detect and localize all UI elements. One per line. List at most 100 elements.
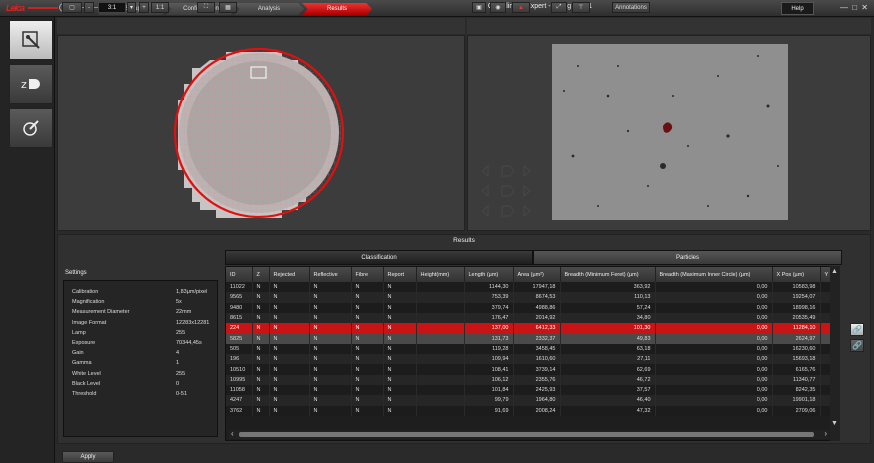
table-cell <box>416 282 465 293</box>
z-stack-icon: z <box>21 78 40 91</box>
table-cell: 11284,10 <box>772 323 821 334</box>
table-row[interactable]: 196 N N N N N 109,94 1610,60 27,11 0,00 15693,18 <box>226 354 837 365</box>
table-cell <box>416 333 465 344</box>
one-to-one-button[interactable]: 1:1 <box>151 2 169 13</box>
zoom-dropdown[interactable]: ▾ <box>127 2 136 13</box>
column-header[interactable]: ID <box>226 267 253 282</box>
link-button[interactable]: 🔗 <box>850 323 864 336</box>
column-header[interactable]: Reflective <box>309 267 352 282</box>
scroll-up-icon[interactable]: ▲ <box>831 268 838 275</box>
measure-button[interactable]: ⊤ <box>572 2 590 13</box>
table-cell: N <box>309 312 352 324</box>
scroll-right-icon[interactable]: › <box>824 429 827 438</box>
table-cell: 6412,33 <box>513 323 561 334</box>
svg-text:z: z <box>21 78 27 91</box>
table-cell: N <box>351 405 384 416</box>
table-row[interactable]: 505 N N N N N 119,28 3458,45 63,18 0,00 16230,60 <box>226 343 837 355</box>
unlink-button[interactable]: 🔗 <box>850 339 864 352</box>
table-cell: 0,00 <box>655 395 773 406</box>
table-row[interactable]: 11058 N N N N N 101,84 2425,93 37,57 0,00 8242,35 <box>226 384 837 396</box>
tab-classification[interactable]: Classification <box>225 250 533 265</box>
settings-value: 1,83μm/pixel <box>176 289 208 295</box>
table-cell: 47,32 <box>560 405 656 416</box>
settings-value: 70344,45s <box>176 340 202 346</box>
table-cell: 0,00 <box>655 384 773 396</box>
brush-button[interactable] <box>9 108 53 148</box>
table-cell: 57,24 <box>560 302 656 313</box>
scroll-thumb[interactable] <box>239 432 814 437</box>
table-row[interactable]: 9565 N N N N N 753,39 8674,53 110,13 0,00 19254,07 <box>226 292 837 303</box>
table-row[interactable]: 11022 N N N N N 1144,30 17947,18 363,92 0,00 10583… <box>226 282 837 293</box>
table-cell <box>416 302 465 313</box>
z-stack-button[interactable]: z <box>9 64 53 104</box>
table-horizontal-scrollbar[interactable]: ‹ › <box>229 429 829 439</box>
particles-table[interactable]: ID Z Rejected Reflective Fibre Report Height(m… <box>225 266 840 441</box>
image-view-button[interactable]: ▣ <box>472 2 486 13</box>
column-header[interactable]: Length (µm) <box>464 267 514 282</box>
table-cell: 753,39 <box>464 292 514 303</box>
snapshot-button[interactable]: ◉ <box>490 2 506 13</box>
settings-row: Exposure 70344,45s <box>72 340 211 349</box>
table-cell: N <box>383 302 417 313</box>
grid-button[interactable]: ▦ <box>219 2 237 13</box>
overview-viewer[interactable] <box>57 35 465 231</box>
scroll-left-icon[interactable]: ‹ <box>231 429 234 438</box>
column-header[interactable]: Z <box>252 267 270 282</box>
table-cell: 131,73 <box>464 333 514 344</box>
table-cell: N <box>351 312 384 324</box>
filter-overview-canvas[interactable] <box>58 36 466 232</box>
table-cell <box>416 312 465 324</box>
step-results[interactable]: Results <box>302 3 372 15</box>
column-header[interactable]: X Pos (µm) <box>772 267 821 282</box>
table-row[interactable]: 3762 N N N N N 91,69 2008,24 47,32 0,00 2709,06 <box>226 405 837 416</box>
column-header[interactable]: Fibre <box>351 267 384 282</box>
settings-row: White Level 255 <box>72 371 211 380</box>
help-button[interactable]: Help <box>781 2 814 15</box>
column-header[interactable]: Area (µm²) <box>513 267 561 282</box>
particle-image-canvas[interactable] <box>468 36 872 232</box>
table-cell: 63,18 <box>560 343 656 355</box>
column-header[interactable]: Breadth (Maximum Inner Circle) (µm) <box>655 267 773 282</box>
window-controls[interactable]: — □ ✕ <box>840 3 869 12</box>
table-cell: N <box>351 333 384 344</box>
table-row[interactable]: 4247 N N N N N 99,79 1964,80 46,40 0,00 19901,18 <box>226 395 837 406</box>
table-vertical-scrollbar[interactable]: ▲ ▼ <box>830 266 840 441</box>
settings-value: 4 <box>176 350 180 357</box>
detail-viewer[interactable] <box>467 35 871 231</box>
table-cell: 119,28 <box>464 343 514 355</box>
annotations-button[interactable]: Annotations <box>612 2 650 13</box>
expand-button[interactable]: ⤢ <box>551 2 567 13</box>
table-row[interactable]: 10510 N N N N N 108,41 3739,14 62,69 0,00 6165,76 <box>226 364 837 375</box>
select-rect-button[interactable]: ▢ <box>62 2 82 13</box>
column-header[interactable]: Rejected <box>269 267 310 282</box>
fit-button[interactable]: ⛶ <box>197 2 215 13</box>
table-row[interactable]: 9480 N N N N N 379,74 4988,86 57,24 0,00 18998,16 <box>226 302 837 313</box>
zoom-input[interactable]: 3:1 <box>98 2 126 13</box>
magic-wand-button[interactable] <box>9 20 53 60</box>
table-cell: N <box>269 343 310 355</box>
step-analysis[interactable]: Analysis <box>234 3 304 15</box>
table-row[interactable]: 5825 N N N N N 131,73 2332,37 49,83 0,00 2624,97 <box>226 333 837 344</box>
unlink-icon: 🔗 <box>852 341 862 350</box>
column-header[interactable]: Height(mm) <box>416 267 465 282</box>
column-header[interactable]: Report <box>383 267 417 282</box>
table-row[interactable]: 8615 N N N N N 176,47 2014,92 34,80 0,00 20535,49 <box>226 312 837 324</box>
column-header[interactable]: Breadth (Minimum Feret) (µm) <box>560 267 656 282</box>
table-cell: 176,47 <box>464 312 514 324</box>
table-cell: N <box>252 323 270 334</box>
zoom-in-button[interactable]: + <box>139 2 149 13</box>
scroll-down-icon[interactable]: ▼ <box>831 420 838 427</box>
table-cell: N <box>309 354 352 365</box>
table-cell: N <box>309 302 352 313</box>
table-cell: N <box>383 364 417 375</box>
table-row[interactable]: 224 N N N N N 137,00 6412,33 101,30 0,00 11284,10 <box>226 323 837 334</box>
tab-particles[interactable]: Particles <box>533 250 842 265</box>
table-cell: 2332,37 <box>513 333 561 344</box>
apply-button[interactable]: Apply <box>62 451 114 463</box>
table-cell: 0,00 <box>655 282 773 293</box>
table-row[interactable]: 10995 N N N N N 106,12 2355,76 46,72 0,00 11340,77 <box>226 374 837 385</box>
table-cell: 0,00 <box>655 343 773 355</box>
zoom-out-button[interactable]: - <box>84 2 94 13</box>
table-cell: 2624,97 <box>772 333 821 344</box>
histogram-button[interactable]: ▲ <box>512 2 530 13</box>
